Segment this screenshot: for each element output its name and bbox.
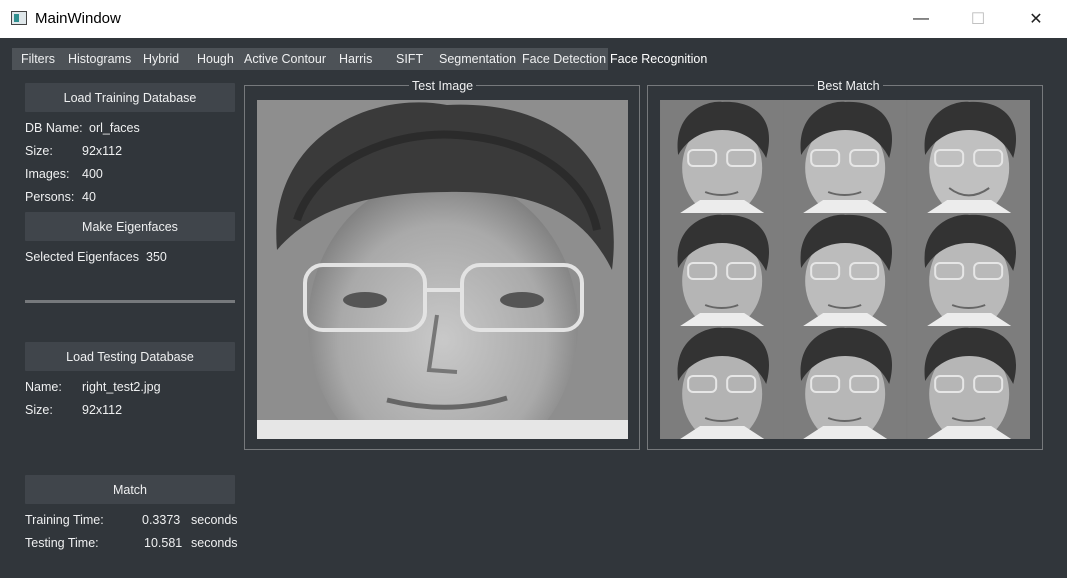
test-size-value: 92x112 <box>82 403 123 417</box>
maximize-button[interactable]: ☐ <box>955 0 1001 38</box>
test-image-title: Test Image <box>409 79 477 93</box>
training-size-value: 92x112 <box>82 144 123 158</box>
eigenfaces-slider[interactable] <box>25 300 235 303</box>
match-button[interactable]: Match <box>25 475 235 504</box>
testing-time-unit: seconds <box>191 536 238 550</box>
match-face <box>906 213 1030 326</box>
persons-label: Persons: <box>25 190 75 204</box>
tab-sift[interactable]: SIFT <box>396 52 423 66</box>
test-name-label: Name: <box>25 380 62 394</box>
match-face <box>783 213 907 326</box>
match-face <box>660 326 784 439</box>
load-training-database-button[interactable]: Load Training Database <box>25 83 235 112</box>
selected-eigenfaces-label: Selected Eigenfaces <box>25 250 139 264</box>
training-size-label: Size: <box>25 144 53 158</box>
test-image-group: Test Image <box>244 79 640 450</box>
tab-hybrid[interactable]: Hybrid <box>143 52 179 66</box>
training-time-unit: seconds <box>191 513 238 527</box>
match-face <box>783 100 907 213</box>
window-title: MainWindow <box>35 10 121 27</box>
testing-time-label: Testing Time: <box>25 536 99 550</box>
images-value: 400 <box>82 167 103 181</box>
app-icon <box>11 11 27 25</box>
db-name-value: orl_faces <box>89 121 140 135</box>
test-size-label: Size: <box>25 403 53 417</box>
tab-face-recognition[interactable]: Face Recognition <box>610 52 707 66</box>
training-time-value: 0.3373 <box>142 513 181 527</box>
persons-value: 40 <box>82 190 96 204</box>
best-match-grid <box>660 100 1030 439</box>
db-name-label: DB Name: <box>25 121 83 135</box>
close-button[interactable]: ✕ <box>1013 0 1059 38</box>
testing-time-value: 10.581 <box>144 536 183 550</box>
images-label: Images: <box>25 167 70 181</box>
tab-histograms[interactable]: Histograms <box>68 52 131 66</box>
test-image <box>257 100 628 439</box>
test-face-picture <box>257 100 628 439</box>
minimize-button[interactable]: — <box>898 0 944 38</box>
tab-hough[interactable]: Hough <box>197 52 234 66</box>
make-eigenfaces-button[interactable]: Make Eigenfaces <box>25 212 235 241</box>
match-face <box>783 326 907 439</box>
tab-harris[interactable]: Harris <box>339 52 372 66</box>
best-match-title: Best Match <box>814 79 883 93</box>
match-face <box>906 326 1030 439</box>
selected-eigenfaces-value: 350 <box>146 250 167 264</box>
title-bar: MainWindow — ☐ ✕ <box>0 0 1067 38</box>
match-face <box>660 100 784 213</box>
test-name-value: right_test2.jpg <box>82 380 161 394</box>
match-face <box>660 213 784 326</box>
training-time-label: Training Time: <box>25 513 104 527</box>
tab-filters[interactable]: Filters <box>21 52 55 66</box>
tab-face-detection[interactable]: Face Detection <box>522 52 606 66</box>
tab-active-contour[interactable]: Active Contour <box>244 52 326 66</box>
tab-segmentation[interactable]: Segmentation <box>439 52 516 66</box>
match-face <box>906 100 1030 213</box>
best-match-group: Best Match <box>647 79 1043 450</box>
load-testing-database-button[interactable]: Load Testing Database <box>25 342 235 371</box>
